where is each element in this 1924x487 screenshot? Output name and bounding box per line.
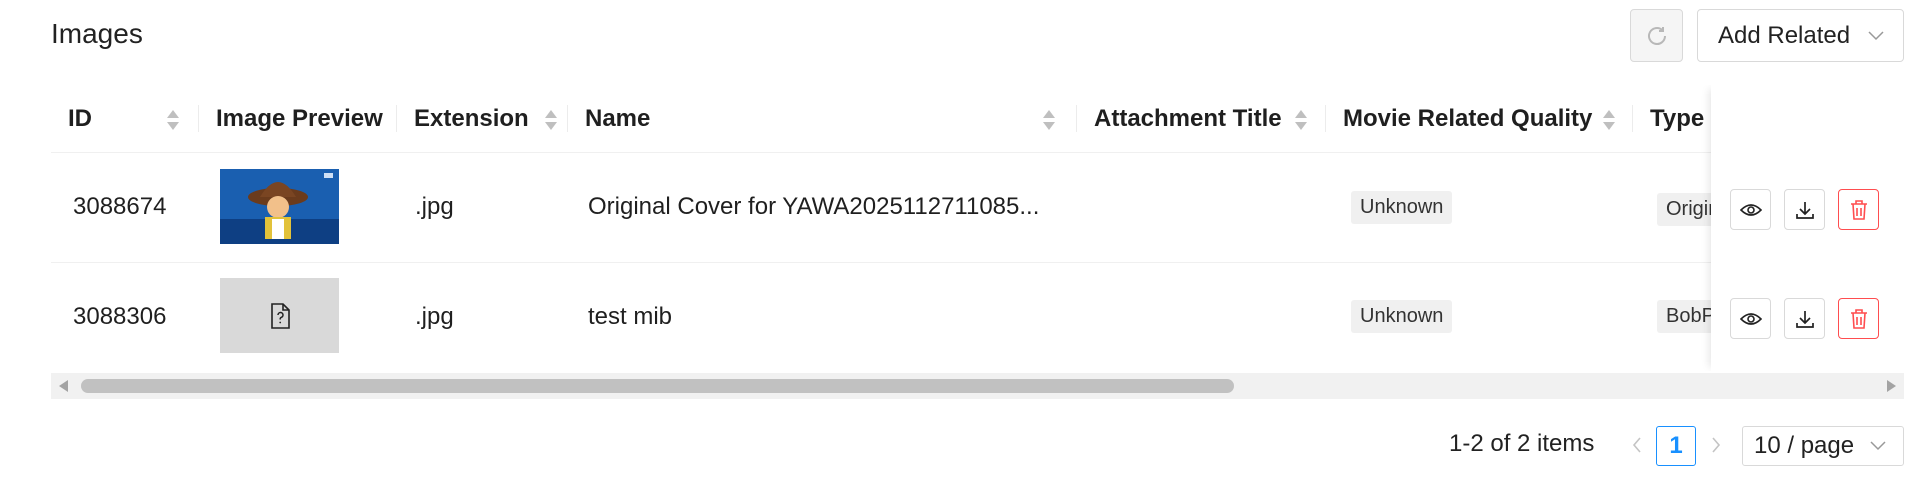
column-header-extension[interactable]: Extension (397, 85, 568, 152)
view-button[interactable] (1730, 298, 1771, 339)
file-placeholder-icon (270, 302, 290, 329)
cell-name: Original Cover for YAWA2025112711085... (588, 193, 1040, 220)
sort-icon[interactable] (1294, 109, 1308, 131)
refresh-button[interactable] (1630, 9, 1683, 62)
panel-title: Images (51, 18, 143, 49)
delete-button[interactable] (1838, 298, 1879, 339)
sort-icon[interactable] (166, 109, 180, 131)
column-header-name[interactable]: Name (568, 85, 1077, 152)
cowboy-character-image[interactable] (220, 169, 339, 244)
cell-extension: .jpg (415, 193, 454, 220)
cell-id: 3088674 (73, 193, 167, 220)
download-icon (1795, 201, 1814, 219)
pagination-total: 1-2 of 2 items (1449, 430, 1595, 457)
chevron-right-icon (1712, 437, 1721, 453)
column-header-movie-related-quality[interactable]: Movie Related Quality (1326, 85, 1633, 152)
scrollbar-thumb[interactable] (81, 379, 1234, 393)
images-table: ID Image Preview Extension Name Attachme… (51, 85, 1904, 371)
table-row: 3088306 .jpg test mib Unknown BobPhoto (51, 262, 1904, 371)
column-header-id[interactable]: ID (51, 85, 199, 152)
download-button[interactable] (1784, 189, 1825, 230)
image-placeholder[interactable] (220, 278, 339, 353)
download-button[interactable] (1784, 298, 1825, 339)
page-number-button[interactable]: 1 (1656, 426, 1696, 466)
next-page-button[interactable] (1705, 430, 1727, 460)
download-icon (1795, 310, 1814, 328)
chevron-left-icon (1632, 437, 1641, 453)
sort-icon[interactable] (1042, 109, 1056, 131)
chevron-down-icon (1870, 441, 1886, 451)
quality-tag: Unknown (1351, 300, 1453, 333)
cell-id: 3088306 (73, 302, 167, 330)
sort-icon[interactable] (544, 109, 558, 131)
table-header: ID Image Preview Extension Name Attachme… (51, 85, 1904, 153)
horizontal-scrollbar[interactable] (51, 373, 1904, 399)
chevron-down-icon (1868, 30, 1884, 40)
column-header-attachment-title[interactable]: Attachment Title (1077, 85, 1326, 152)
view-button[interactable] (1730, 189, 1771, 230)
delete-button[interactable] (1838, 189, 1879, 230)
page-size-select[interactable]: 10 / page (1742, 426, 1904, 466)
cell-name: test mib (588, 302, 673, 330)
scroll-right-icon[interactable] (1887, 380, 1896, 392)
eye-icon (1739, 203, 1762, 216)
refresh-icon (1647, 26, 1666, 45)
column-header-image-preview: Image Preview (199, 85, 397, 152)
page-size-value: 10 / page (1754, 432, 1855, 459)
add-related-label: Add Related (1718, 21, 1851, 49)
trash-icon (1850, 308, 1867, 329)
sort-icon[interactable] (1602, 109, 1616, 131)
eye-icon (1739, 312, 1762, 325)
previous-page-button[interactable] (1626, 430, 1648, 460)
table-row: 3088674 .jpg Original Cover for YAWA2025… (51, 152, 1904, 263)
cell-extension: .jpg (415, 302, 454, 330)
actions-column (1711, 85, 1904, 371)
trash-icon (1850, 199, 1867, 220)
scroll-left-icon[interactable] (59, 380, 68, 392)
add-related-dropdown[interactable]: Add Related (1697, 9, 1904, 62)
quality-tag: Unknown (1351, 190, 1453, 224)
